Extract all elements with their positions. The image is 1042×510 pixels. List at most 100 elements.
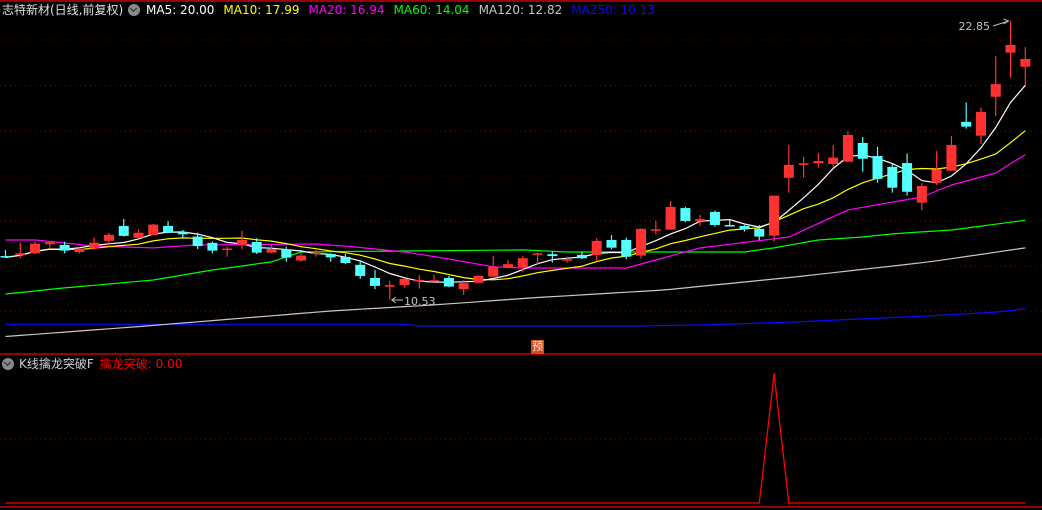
candle[interactable] (118, 218, 129, 237)
candle[interactable] (325, 253, 336, 262)
candle-body (798, 163, 809, 165)
candle[interactable] (473, 275, 484, 284)
candle-body (636, 228, 647, 256)
candle-body (946, 144, 957, 171)
candle[interactable] (857, 137, 868, 172)
candle[interactable] (296, 253, 307, 262)
candle[interactable] (842, 130, 853, 162)
candle[interactable] (207, 241, 218, 254)
candle-body (74, 248, 85, 252)
candle-body (813, 161, 824, 164)
candle-body (207, 242, 218, 251)
candle-body (1005, 44, 1016, 53)
candle[interactable] (148, 223, 159, 236)
candle[interactable] (961, 102, 972, 129)
candle[interactable] (384, 280, 395, 300)
candle-body (842, 135, 853, 162)
candle-body (695, 219, 706, 221)
candle[interactable] (222, 246, 233, 257)
candle[interactable] (591, 238, 602, 262)
candle[interactable] (355, 260, 366, 279)
candle-body (163, 225, 174, 233)
candle[interactable] (754, 225, 765, 240)
candle[interactable] (665, 201, 676, 231)
low-price-label: 10.53 (404, 295, 436, 308)
candle[interactable] (1020, 47, 1031, 86)
candle-body (931, 169, 942, 183)
candle-body (961, 121, 972, 127)
ma60-label: MA60: 14.04 (393, 3, 470, 17)
candle[interactable] (680, 206, 691, 223)
candle[interactable] (709, 210, 720, 227)
ma10-label: MA10: 17.99 (223, 3, 300, 17)
forecast-marker[interactable]: 预 (531, 340, 545, 354)
candle-body (192, 236, 203, 247)
ma250-label: MA250: 10.13 (571, 3, 655, 17)
candle[interactable] (576, 251, 587, 260)
candle[interactable] (887, 164, 898, 193)
candle-body (562, 259, 573, 261)
candle-body (340, 256, 351, 264)
candle[interactable] (30, 241, 41, 255)
candle[interactable] (621, 237, 632, 260)
candle[interactable] (828, 144, 839, 168)
candle-body (488, 266, 499, 277)
candle[interactable] (975, 107, 986, 145)
candle[interactable] (0, 249, 11, 259)
indicator-dropdown-icon[interactable] (2, 358, 14, 370)
candle-body (325, 253, 336, 258)
kline-chart[interactable]: 22.85 10.53 (0, 0, 1042, 510)
candle[interactable] (798, 156, 809, 178)
candle[interactable] (310, 249, 321, 257)
candle-body (990, 84, 1001, 97)
candle[interactable] (133, 229, 144, 239)
candle[interactable] (1005, 21, 1016, 78)
candle[interactable] (370, 270, 380, 290)
candle[interactable] (783, 144, 794, 193)
candle-body (384, 285, 395, 287)
dropdown-circle-icon[interactable] (128, 4, 140, 16)
candle[interactable] (399, 278, 410, 288)
candle-body (1020, 59, 1031, 67)
candle-body (591, 240, 602, 255)
high-arrow (992, 20, 1009, 27)
candle[interactable] (236, 230, 247, 250)
candle[interactable] (916, 183, 927, 211)
candle[interactable] (695, 215, 706, 226)
candle-body (89, 242, 100, 249)
candle[interactable] (636, 228, 647, 259)
candle-body (503, 264, 514, 268)
candle[interactable] (517, 256, 528, 273)
candle-body (709, 211, 720, 226)
candle[interactable] (89, 237, 100, 250)
candle[interactable] (813, 153, 824, 168)
candle[interactable] (739, 225, 750, 232)
candle-body (399, 278, 410, 285)
candle[interactable] (177, 230, 188, 239)
indicator-name[interactable]: K线擒龙突破F (19, 357, 94, 371)
candle[interactable] (44, 241, 55, 248)
candle-body (458, 283, 469, 290)
candles[interactable] (0, 21, 1031, 300)
candle[interactable] (340, 253, 351, 264)
candle-body (621, 239, 632, 257)
candle-body (236, 239, 247, 246)
candle-body (15, 253, 26, 255)
candle-body (680, 208, 691, 221)
candle[interactable] (429, 275, 440, 283)
candle[interactable] (503, 259, 514, 268)
grid-lines (0, 0, 1042, 508)
candle[interactable] (443, 275, 454, 288)
moving-average-lines (5, 84, 1026, 338)
candle[interactable] (902, 153, 913, 196)
candle[interactable] (266, 244, 277, 254)
candle[interactable] (650, 220, 661, 235)
candle[interactable] (769, 195, 780, 242)
candle-body (103, 234, 114, 241)
candle[interactable] (163, 221, 174, 234)
candle[interactable] (872, 146, 883, 183)
candle[interactable] (606, 235, 617, 250)
candle[interactable] (946, 135, 957, 171)
candle-body (296, 255, 307, 261)
candle[interactable] (990, 56, 1001, 117)
